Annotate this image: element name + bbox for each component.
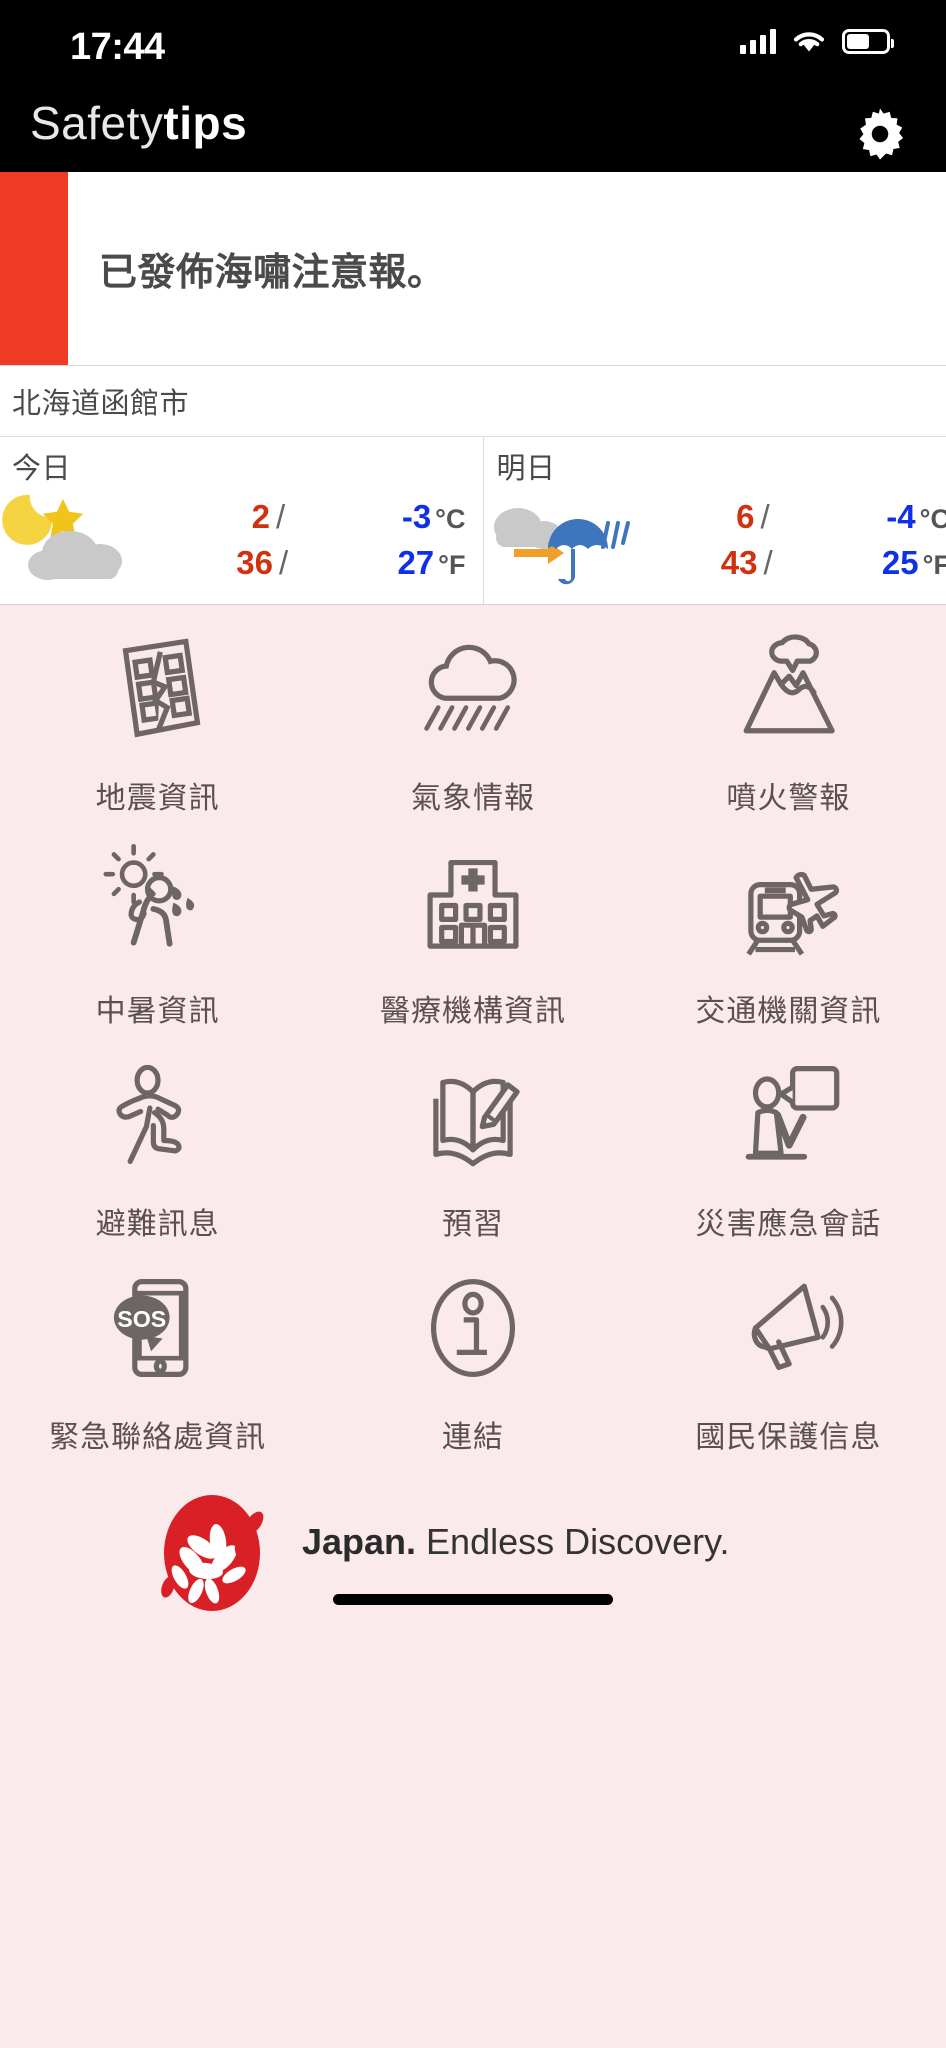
app-title-tips: tips xyxy=(163,97,248,149)
menu-tile-preparation[interactable]: 預習 xyxy=(315,1039,630,1252)
weather-temps-tomorrow: 6 / -4 °C 43 / 25 °F xyxy=(634,498,946,582)
menu-tile-label: 中暑資訊 xyxy=(95,995,220,1028)
temp-high-c: 2 xyxy=(251,497,270,535)
menu-tile-emergency-contacts[interactable]: SOS 緊急聯絡處資訊 xyxy=(0,1252,315,1465)
menu-tile-label: 緊急聯絡處資訊 xyxy=(49,1421,267,1454)
menu-tile-label: 噴火警報 xyxy=(726,782,851,815)
battery-icon xyxy=(842,28,894,54)
wifi-icon xyxy=(793,32,825,52)
svg-text:SOS: SOS xyxy=(117,1306,166,1332)
menu-tile-label: 醫療機構資訊 xyxy=(379,995,566,1028)
temp-low-c: -4 xyxy=(886,497,916,535)
temp-unit-f: °F xyxy=(922,549,946,580)
menu-grid: 地震資訊 氣象情報 噴火警報 中暑資訊 醫療機構資訊 交通機關資訊 避難訊息 預… xyxy=(0,605,946,1465)
app-title: Safetytips xyxy=(30,96,247,150)
menu-tile-medical[interactable]: 醫療機構資訊 xyxy=(315,826,630,1039)
temp-high-f: 36 xyxy=(236,543,273,581)
info-circle-icon xyxy=(415,1268,531,1388)
temp-low-f: 25 xyxy=(881,543,919,581)
japan-sakura-logo xyxy=(150,1479,280,1619)
weather-temps-today: 2 / -3 °C 36 / 27 °F xyxy=(150,498,483,582)
temp-high-f: 43 xyxy=(720,543,758,581)
status-bar-indicators xyxy=(740,28,894,54)
weather-temps-fahrenheit: 43 / 25 °F xyxy=(634,544,946,582)
temp-unit-c: °C xyxy=(919,503,946,534)
app-bar: Safetytips xyxy=(0,88,946,172)
weather-temps-fahrenheit: 36 / 27 °F xyxy=(150,544,465,582)
weather-day-label: 明日 xyxy=(496,453,556,485)
weather-location: 北海道函館市 xyxy=(0,366,946,437)
menu-tile-label: 預習 xyxy=(441,1208,504,1241)
menu-tile-earthquake[interactable]: 地震資訊 xyxy=(0,613,315,826)
gear-icon xyxy=(859,108,904,160)
footer-tagline: Japan. Endless Discovery. xyxy=(302,1521,729,1563)
volcano-eruption-icon xyxy=(730,629,846,749)
menu-tile-transport[interactable]: 交通機關資訊 xyxy=(631,826,946,1039)
weather-day-today: 今日 2 / -3 °C 36 / 27 °F xyxy=(0,437,483,604)
menu-tile-heatstroke[interactable]: 中暑資訊 xyxy=(0,826,315,1039)
footer-tagline-rest: Endless Discovery. xyxy=(416,1521,730,1562)
menu-tile-label: 連結 xyxy=(441,1421,504,1454)
cellular-signal-icon xyxy=(740,28,776,54)
open-book-pencil-icon xyxy=(415,1055,531,1175)
menu-tile-civil-protection[interactable]: 國民保護信息 xyxy=(631,1252,946,1465)
weather-day-label: 今日 xyxy=(12,453,72,485)
alert-message: 已發佈海嘯注意報。 xyxy=(99,252,446,294)
footer-tagline-bold: Japan. xyxy=(302,1521,417,1562)
weather-temps-celsius: 2 / -3 °C xyxy=(150,497,466,536)
app-screen: 17:44 Safetytips 已發佈海嘯注意報。 北海道函館市 今日 2 /… xyxy=(0,0,946,2048)
temp-separator: / xyxy=(760,497,770,535)
app-title-safety: Safety xyxy=(30,97,164,149)
temp-separator: / xyxy=(279,543,289,581)
menu-tile-weather[interactable]: 氣象情報 xyxy=(315,613,630,826)
temp-high-c: 6 xyxy=(736,497,755,535)
sos-phone-icon: SOS xyxy=(100,1268,216,1388)
footer: Japan. Endless Discovery. xyxy=(0,1465,946,1625)
home-indicator[interactable] xyxy=(333,1594,613,1605)
menu-tile-volcano[interactable]: 噴火警報 xyxy=(631,613,946,826)
cracked-building-icon xyxy=(100,629,216,749)
weather-day-tomorrow: 明日 6 / -4 °C 43 / 25 °F xyxy=(483,437,946,604)
temp-unit-c: °C xyxy=(435,503,466,534)
weather-temps-celsius: 6 / -4 °C xyxy=(634,498,946,536)
rain-cloud-icon xyxy=(415,629,531,749)
heatstroke-sun-person-icon xyxy=(100,842,216,962)
temp-low-f: 27 xyxy=(397,543,435,581)
settings-button[interactable] xyxy=(850,104,910,164)
running-person-icon xyxy=(100,1055,216,1175)
menu-tile-label: 交通機關資訊 xyxy=(695,995,882,1028)
status-bar: 17:44 xyxy=(0,0,946,88)
menu-tile-label: 避難訊息 xyxy=(95,1208,220,1241)
menu-tile-label: 災害應急會話 xyxy=(695,1208,882,1241)
temp-separator: / xyxy=(276,497,286,535)
menu-tile-emergency-conversation[interactable]: 災害應急會話 xyxy=(631,1039,946,1252)
hospital-icon xyxy=(415,842,531,962)
temp-low-c: -3 xyxy=(401,497,432,535)
menu-tile-evacuation[interactable]: 避難訊息 xyxy=(0,1039,315,1252)
cloud-to-rain-umbrella-icon xyxy=(484,487,634,592)
tsunami-alert-banner[interactable]: 已發佈海嘯注意報。 xyxy=(0,172,946,365)
alert-severity-stripe xyxy=(0,172,68,365)
train-airplane-icon xyxy=(730,842,846,962)
weather-days: 今日 2 / -3 °C 36 / 27 °F 明日 6 / -4 °C 43 … xyxy=(0,437,946,604)
menu-tile-label: 地震資訊 xyxy=(95,782,220,815)
menu-tile-links[interactable]: 連結 xyxy=(315,1252,630,1465)
menu-tile-label: 國民保護信息 xyxy=(695,1421,882,1454)
temp-separator: / xyxy=(763,543,773,581)
weather-card[interactable]: 北海道函館市 今日 2 / -3 °C 36 / 27 °F 明日 6 / -4… xyxy=(0,365,946,605)
temp-unit-f: °F xyxy=(438,549,466,580)
status-bar-time: 17:44 xyxy=(70,26,165,68)
megaphone-icon xyxy=(730,1268,846,1388)
person-speech-bubble-icon xyxy=(730,1055,846,1175)
menu-tile-label: 氣象情報 xyxy=(410,782,535,815)
moon-star-cloud-icon xyxy=(0,487,150,592)
